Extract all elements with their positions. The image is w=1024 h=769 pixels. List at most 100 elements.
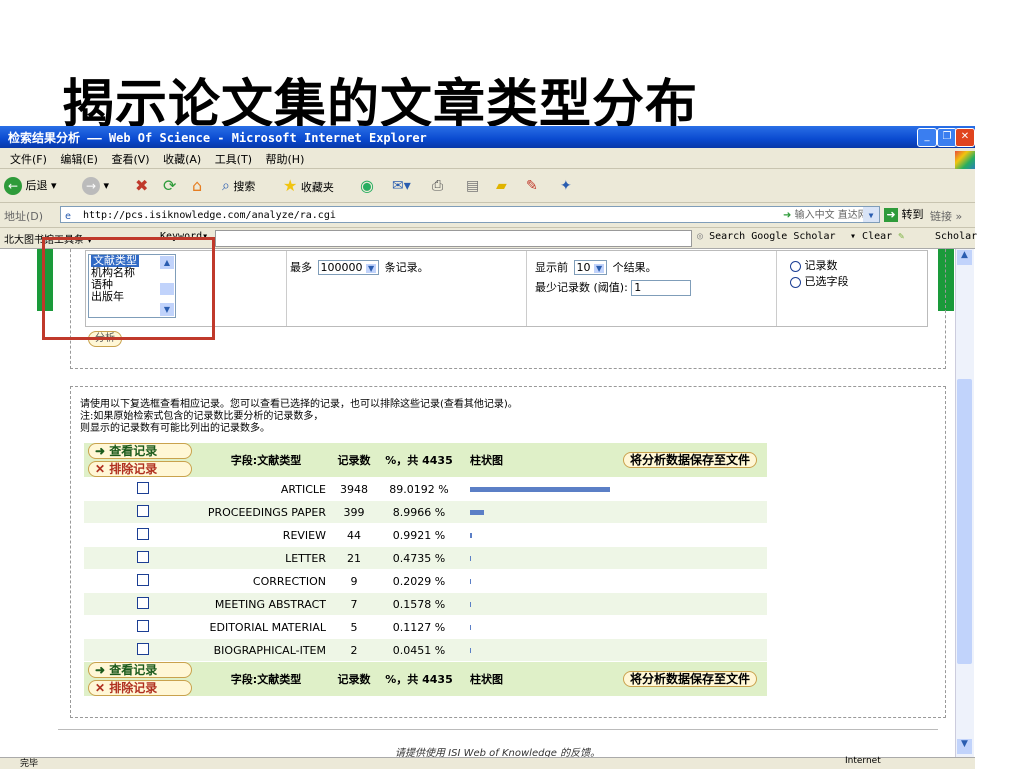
table-row: REVIEW 44 0.9921 % [84, 523, 767, 547]
page-scrollbar[interactable]: ▲ ▼ [955, 249, 974, 757]
table-row: ARTICLE 3948 89.0192 % [84, 477, 767, 501]
view-records-button[interactable]: ➜ 查看记录 [88, 443, 192, 459]
discuss-icon[interactable]: ✦ [560, 175, 572, 197]
save-to-file-button[interactable]: 将分析数据保存至文件 [623, 452, 758, 468]
search-button[interactable]: ⌕ 搜索 [222, 175, 255, 197]
row-type: LETTER [202, 546, 330, 570]
toolbar: ← 后退 ▾ → ▾ ✖ ⟳ ⌂ ⌕ 搜索 ★ 收藏夹 ◉ ✉▾ ⎙ ▤ ▰ ✎… [0, 169, 975, 203]
stop-icon[interactable]: ✖ [135, 175, 148, 197]
save-to-file-button-bottom[interactable]: 将分析数据保存至文件 [623, 671, 758, 687]
row-pct: 0.4735 % [378, 546, 460, 570]
exclude-records-button[interactable]: ✕ 排除记录 [88, 461, 192, 477]
window-titlebar: 检索结果分析 —— Web Of Science - Microsoft Int… [0, 126, 975, 148]
max-records-select[interactable]: 100000 ▼ [317, 260, 380, 275]
close-button[interactable]: ✕ [955, 128, 975, 147]
menu-favorites[interactable]: 收藏(A) [163, 151, 201, 167]
table-row: PROCEEDINGS PAPER 399 8.9966 % [84, 500, 767, 524]
menu-view[interactable]: 查看(V) [111, 151, 149, 167]
col-count-footer: 记录数 [330, 661, 378, 697]
col-chart-header: 柱状图 [460, 443, 619, 478]
edit-icon[interactable]: ▤ [466, 175, 479, 197]
messenger-icon[interactable]: ✎ [526, 175, 538, 197]
status-text: 完毕 [20, 759, 39, 769]
chevron-down-icon: ▼ [366, 264, 377, 273]
sort-by-field-radio[interactable]: 已选字段 [790, 273, 849, 289]
favorites-button[interactable]: ★ 收藏夹 [283, 175, 334, 197]
row-checkbox[interactable] [137, 481, 149, 494]
col-count-header: 记录数 [330, 443, 378, 478]
table-row: BIOGRAPHICAL-ITEM 2 0.0451 % [84, 638, 767, 662]
results-footer-row: ➜ 查看记录 ✕ 排除记录 字段:文献类型 记录数 %，共 4435 柱状图 将… [84, 661, 767, 697]
restore-button[interactable]: ❐ [937, 128, 957, 147]
menu-bar: 文件(F) 编辑(E) 查看(V) 收藏(A) 工具(T) 帮助(H) [0, 148, 975, 169]
windows-logo-icon [955, 151, 975, 169]
row-type: CORRECTION [202, 569, 330, 593]
row-type: REVIEW [202, 523, 330, 547]
row-checkbox[interactable] [137, 573, 149, 586]
menu-edit[interactable]: 编辑(E) [60, 151, 98, 167]
row-checkbox[interactable] [137, 504, 149, 517]
menu-help[interactable]: 帮助(H) [266, 151, 305, 167]
go-arrow-icon: ➜ [884, 208, 898, 222]
refresh-icon[interactable]: ⟳ [163, 175, 176, 197]
clear-button[interactable]: ▾ Clear ✎ [850, 231, 904, 242]
search-icon: ⌕ [222, 178, 230, 194]
row-checkbox[interactable] [137, 642, 149, 655]
links-button[interactable]: 链接 » [930, 208, 962, 224]
ie-page-icon: e [65, 211, 72, 222]
row-checkbox[interactable] [137, 619, 149, 632]
table-row: LETTER 21 0.4735 % [84, 546, 767, 570]
home-icon[interactable]: ⌂ [192, 175, 202, 197]
row-checkbox[interactable] [137, 596, 149, 609]
max-records-row: 最多 100000 ▼ 条记录。 [290, 260, 429, 275]
feedback-text[interactable]: 请提供使用 ISI Web of Knowledge 的反馈。 [395, 744, 600, 757]
keyword-input[interactable] [215, 230, 692, 247]
folder-icon[interactable]: ▰ [496, 175, 507, 197]
scroll-thumb[interactable] [957, 379, 972, 664]
minimize-button[interactable]: _ [917, 128, 937, 147]
row-type: ARTICLE [202, 477, 330, 501]
row-checkbox[interactable] [137, 527, 149, 540]
back-button[interactable]: ← 后退 ▾ [4, 175, 57, 197]
results-header-row: ➜ 查看记录 ✕ 排除记录 字段:文献类型 记录数 %，共 4435 柱状图 将… [84, 443, 767, 478]
back-arrow-icon: ← [4, 177, 22, 195]
sort-by-records-radio[interactable]: 记录数 [790, 257, 838, 273]
address-url: http://pcs.isiknowledge.com/analyze/ra.c… [83, 210, 336, 221]
search-scholar-button[interactable]: ◎ Search Google Scholar [697, 231, 836, 242]
table-row: MEETING ABSTRACT 7 0.1578 % [84, 592, 767, 616]
row-type: BIOGRAPHICAL-ITEM [202, 638, 330, 662]
media-icon[interactable]: ◉ [360, 175, 374, 197]
mail-icon[interactable]: ✉▾ [392, 175, 411, 197]
scroll-up-icon[interactable]: ▲ [957, 250, 972, 265]
row-count: 399 [330, 500, 378, 524]
scroll-down-icon[interactable]: ▼ [957, 739, 972, 754]
menu-tools[interactable]: 工具(T) [215, 151, 252, 167]
forward-button[interactable]: → ▾ [82, 175, 109, 197]
table-row: CORRECTION 9 0.2029 % [84, 569, 767, 593]
exclude-records-button-bottom[interactable]: ✕ 排除记录 [88, 680, 192, 696]
go-button[interactable]: ➜ 转到 [884, 206, 924, 222]
row-checkbox[interactable] [137, 550, 149, 563]
row-count: 44 [330, 523, 378, 547]
show-top-select[interactable]: 10 ▼ [573, 260, 608, 275]
row-bar [470, 625, 471, 630]
min-records-row: 最少记录数 (阈值): 1 [535, 279, 692, 296]
view-records-button-bottom[interactable]: ➜ 查看记录 [88, 662, 192, 678]
row-pct: 0.0451 % [378, 638, 460, 662]
address-bar: 地址(D) e http://pcs.isiknowledge.com/anal… [0, 203, 975, 228]
highlight-box [42, 237, 215, 340]
min-records-input[interactable]: 1 [631, 280, 692, 296]
scholar-link[interactable]: Scholar [935, 231, 977, 242]
row-type: MEETING ABSTRACT [202, 592, 330, 616]
star-icon: ★ [283, 176, 298, 195]
row-type: EDITORIAL MATERIAL [202, 615, 330, 639]
row-count: 9 [330, 569, 378, 593]
row-pct: 89.0192 % [378, 477, 460, 501]
row-pct: 0.2029 % [378, 569, 460, 593]
status-zone: Internet [845, 756, 881, 766]
menu-file[interactable]: 文件(F) [10, 151, 47, 167]
row-pct: 0.1127 % [378, 615, 460, 639]
address-dropdown-icon[interactable]: ▼ [863, 207, 879, 222]
print-icon[interactable]: ⎙ [432, 175, 443, 197]
address-input[interactable]: e http://pcs.isiknowledge.com/analyze/ra… [60, 206, 880, 223]
